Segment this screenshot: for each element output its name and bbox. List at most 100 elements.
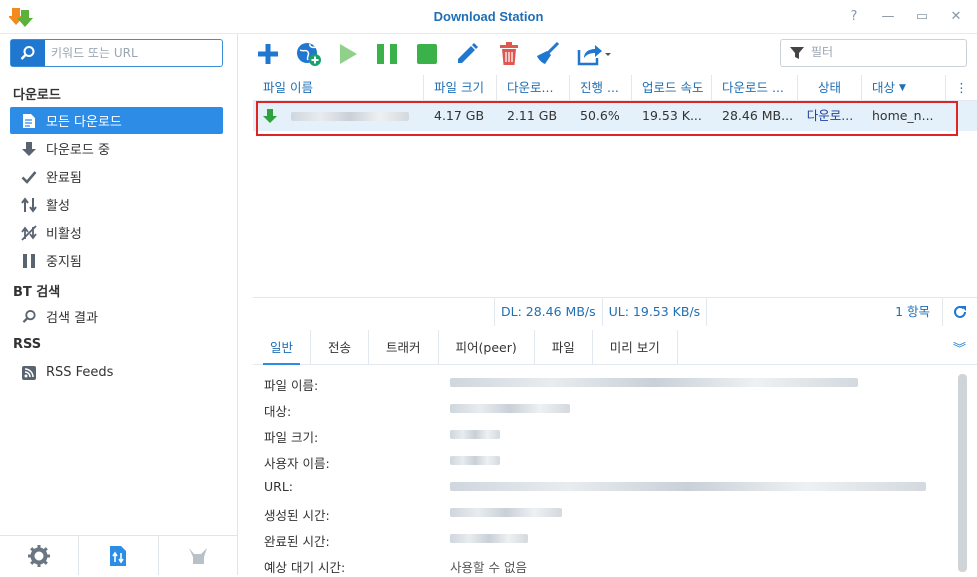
section-download: 다운로드 bbox=[13, 88, 61, 103]
column-header-download-speed[interactable]: 다운로드 ... bbox=[712, 75, 798, 101]
tab-transfer[interactable]: 전송 bbox=[311, 329, 370, 365]
sidebar-item-inactive[interactable]: 비활성 bbox=[10, 219, 223, 246]
search-icon[interactable] bbox=[11, 40, 45, 66]
status-bar: DL: 28.46 MB/s UL: 19.53 KB/s 1 항목 bbox=[253, 297, 977, 326]
search-icon bbox=[18, 309, 40, 324]
up-down-arrows-icon bbox=[18, 196, 40, 213]
play-icon bbox=[340, 44, 357, 64]
emule-button[interactable] bbox=[159, 536, 238, 575]
upload-speed-total: UL: 19.53 KB/s bbox=[603, 297, 708, 326]
redacted-value bbox=[450, 508, 562, 517]
sidebar-item-stopped[interactable]: 중지됨 bbox=[10, 247, 223, 274]
pause-icon bbox=[377, 44, 397, 64]
trash-icon bbox=[500, 42, 518, 65]
refresh-button[interactable] bbox=[943, 305, 977, 319]
detail-completed-time: 완료된 시간: bbox=[253, 525, 967, 551]
add-button[interactable] bbox=[254, 41, 282, 67]
detail-label: 사용자 이름: bbox=[264, 456, 330, 471]
stop-icon bbox=[417, 44, 437, 64]
collapse-button[interactable]: ︾ bbox=[953, 338, 977, 357]
plus-icon bbox=[258, 44, 278, 64]
column-header-target[interactable]: 대상 ▼ bbox=[862, 75, 946, 101]
sidebar-item-label: 검색 결과 bbox=[46, 311, 98, 326]
sidebar-item-active[interactable]: 활성 bbox=[10, 191, 223, 218]
sidebar-item-label: 비활성 bbox=[46, 227, 82, 242]
sidebar-item-label: 모든 다운로드 bbox=[46, 115, 122, 130]
arrow-down-icon bbox=[18, 141, 40, 157]
filter-input[interactable] bbox=[811, 45, 961, 59]
settings-button[interactable] bbox=[0, 536, 80, 575]
edit-button[interactable] bbox=[453, 41, 481, 67]
tab-files[interactable]: 파일 bbox=[535, 329, 593, 365]
document-icon bbox=[18, 113, 40, 129]
download-speed-total: DL: 28.46 MB/s bbox=[495, 297, 603, 326]
inactive-icon bbox=[18, 224, 40, 241]
column-menu-button[interactable]: ⋮ bbox=[946, 75, 977, 101]
sidebar-item-all-downloads[interactable]: 모든 다운로드 bbox=[10, 107, 223, 134]
detail-eta: 예상 대기 시간: 사용할 수 없음 bbox=[253, 551, 967, 577]
main-panel: 파일 이름 파일 크기 다운로... 진행 ... 업로드 속도 다운로드 ..… bbox=[239, 34, 977, 575]
detail-file-size: 파일 크기: bbox=[253, 421, 967, 447]
refresh-icon bbox=[954, 305, 966, 318]
sidebar-item-rss-feeds[interactable]: RSS Feeds bbox=[10, 359, 223, 386]
clear-completed-button[interactable] bbox=[534, 41, 562, 67]
detail-label: 대상: bbox=[264, 404, 292, 419]
add-url-button[interactable] bbox=[295, 41, 323, 67]
close-button[interactable]: ✕ bbox=[949, 9, 963, 25]
redacted-value bbox=[450, 430, 500, 439]
highlight-box bbox=[256, 101, 958, 136]
detail-created-time: 생성된 시간: bbox=[253, 499, 967, 525]
sidebar-item-label: 완료됨 bbox=[46, 171, 82, 186]
tab-peer[interactable]: 피어(peer) bbox=[439, 329, 535, 365]
resume-button[interactable] bbox=[334, 41, 362, 67]
broom-icon bbox=[537, 42, 560, 64]
filter-box bbox=[780, 39, 967, 67]
sidebar-item-label: 다운로드 중 bbox=[46, 143, 110, 158]
sidebar-item-search-results[interactable]: 검색 결과 bbox=[10, 303, 223, 330]
minimize-button[interactable]: — bbox=[881, 9, 895, 25]
share-button[interactable] bbox=[575, 41, 613, 67]
keyword-search-input[interactable] bbox=[51, 44, 221, 62]
eta-value: 사용할 수 없음 bbox=[450, 560, 527, 575]
section-rss: RSS bbox=[13, 337, 42, 352]
column-header-file-name[interactable]: 파일 이름 bbox=[253, 75, 424, 101]
detail-label: 파일 크기: bbox=[264, 430, 319, 445]
detail-file-name: 파일 이름: bbox=[253, 369, 967, 395]
column-header-file-size[interactable]: 파일 크기 bbox=[424, 75, 497, 101]
column-header-upload-speed[interactable]: 업로드 속도 bbox=[632, 75, 712, 101]
column-header-progress[interactable]: 진행 ... bbox=[570, 75, 632, 101]
column-header-downloaded[interactable]: 다운로... bbox=[497, 75, 570, 101]
funnel-icon bbox=[790, 47, 804, 59]
transfer-icon bbox=[110, 545, 127, 566]
tab-preview[interactable]: 미리 보기 bbox=[593, 329, 678, 365]
grid-header: 파일 이름 파일 크기 다운로... 진행 ... 업로드 속도 다운로드 ..… bbox=[253, 75, 977, 101]
sidebar-item-label: RSS Feeds bbox=[46, 365, 114, 380]
transfer-button[interactable] bbox=[79, 536, 159, 575]
help-button[interactable]: ? bbox=[847, 9, 861, 25]
double-chevron-down-icon: ︾ bbox=[953, 341, 967, 357]
globe-add-icon bbox=[297, 43, 321, 66]
detail-label: 완료된 시간: bbox=[264, 534, 330, 549]
pause-button[interactable] bbox=[373, 41, 401, 67]
gear-icon bbox=[28, 544, 51, 567]
redacted-value bbox=[450, 534, 528, 543]
detail-label: 예상 대기 시간: bbox=[264, 560, 346, 575]
maximize-button[interactable]: ▭ bbox=[915, 9, 929, 25]
detail-label: 생성된 시간: bbox=[264, 508, 330, 523]
sidebar-item-completed[interactable]: 완료됨 bbox=[10, 163, 223, 190]
title-bar: Download Station ? — ▭ ✕ bbox=[0, 0, 977, 34]
stop-button[interactable] bbox=[413, 41, 441, 67]
delete-button[interactable] bbox=[495, 41, 523, 67]
sidebar-item-downloading[interactable]: 다운로드 중 bbox=[10, 135, 223, 162]
redacted-value bbox=[450, 404, 570, 413]
sort-desc-icon: ▼ bbox=[899, 83, 906, 93]
sidebar-bottom-bar bbox=[0, 535, 238, 575]
detail-tabs: 일반 전송 트래커 피어(peer) 파일 미리 보기 ︾ bbox=[253, 329, 977, 365]
tab-general[interactable]: 일반 bbox=[253, 329, 312, 365]
sidebar-item-label: 중지됨 bbox=[46, 255, 82, 270]
tab-tracker[interactable]: 트래커 bbox=[369, 329, 439, 365]
column-header-status[interactable]: 상태 bbox=[798, 75, 862, 101]
redacted-value bbox=[450, 456, 500, 465]
details-scrollbar[interactable] bbox=[958, 374, 967, 572]
column-header-target-label: 대상 bbox=[872, 80, 896, 95]
